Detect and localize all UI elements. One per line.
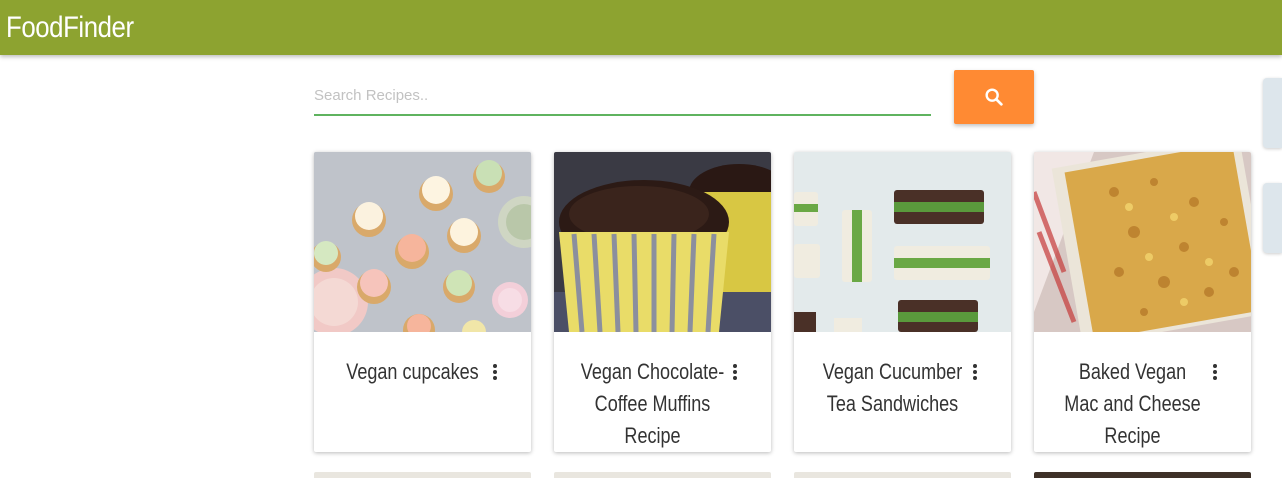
recipe-image-cucumber-sandwiches[interactable] <box>794 152 1011 332</box>
app-bar: FoodFinder <box>0 0 1282 55</box>
side-tab-top[interactable] <box>1263 78 1282 148</box>
recipe-card-next-row[interactable] <box>314 472 531 478</box>
recipe-card[interactable]: Vegan Cucumber Tea Sandwiches <box>794 152 1011 452</box>
search-button[interactable] <box>954 70 1034 124</box>
recipe-image-chocolate-muffins[interactable] <box>554 152 771 332</box>
more-options-icon[interactable] <box>966 360 984 384</box>
recipe-title[interactable]: Vegan cupcakes <box>340 356 485 388</box>
search-field[interactable] <box>314 78 931 116</box>
recipe-card[interactable]: Baked Vegan Mac and Cheese Recipe <box>1034 152 1251 452</box>
recipe-title[interactable]: Baked Vegan Mac and Cheese Recipe <box>1060 356 1205 452</box>
more-options-icon[interactable] <box>1206 360 1224 384</box>
more-options-icon[interactable] <box>726 360 744 384</box>
recipe-title[interactable]: Vegan Chocolate-Coffee Muffins Recipe <box>580 356 725 452</box>
recipe-card-next-row[interactable] <box>1034 472 1251 478</box>
search-input[interactable] <box>314 78 931 112</box>
recipe-image-cupcakes[interactable] <box>314 152 531 332</box>
recipe-card-next-row[interactable] <box>554 472 771 478</box>
more-options-icon[interactable] <box>486 360 504 384</box>
app-title[interactable]: FoodFinder <box>6 9 134 47</box>
recipe-card-next-row[interactable] <box>794 472 1011 478</box>
recipe-card[interactable]: Vegan cupcakes <box>314 152 531 452</box>
recipe-title[interactable]: Vegan Cucumber Tea Sandwiches <box>820 356 965 420</box>
recipe-card[interactable]: Vegan Chocolate-Coffee Muffins Recipe <box>554 152 771 452</box>
side-tab-bottom[interactable] <box>1263 183 1282 253</box>
search-icon <box>985 88 1003 106</box>
recipe-image-mac-and-cheese[interactable] <box>1034 152 1251 332</box>
